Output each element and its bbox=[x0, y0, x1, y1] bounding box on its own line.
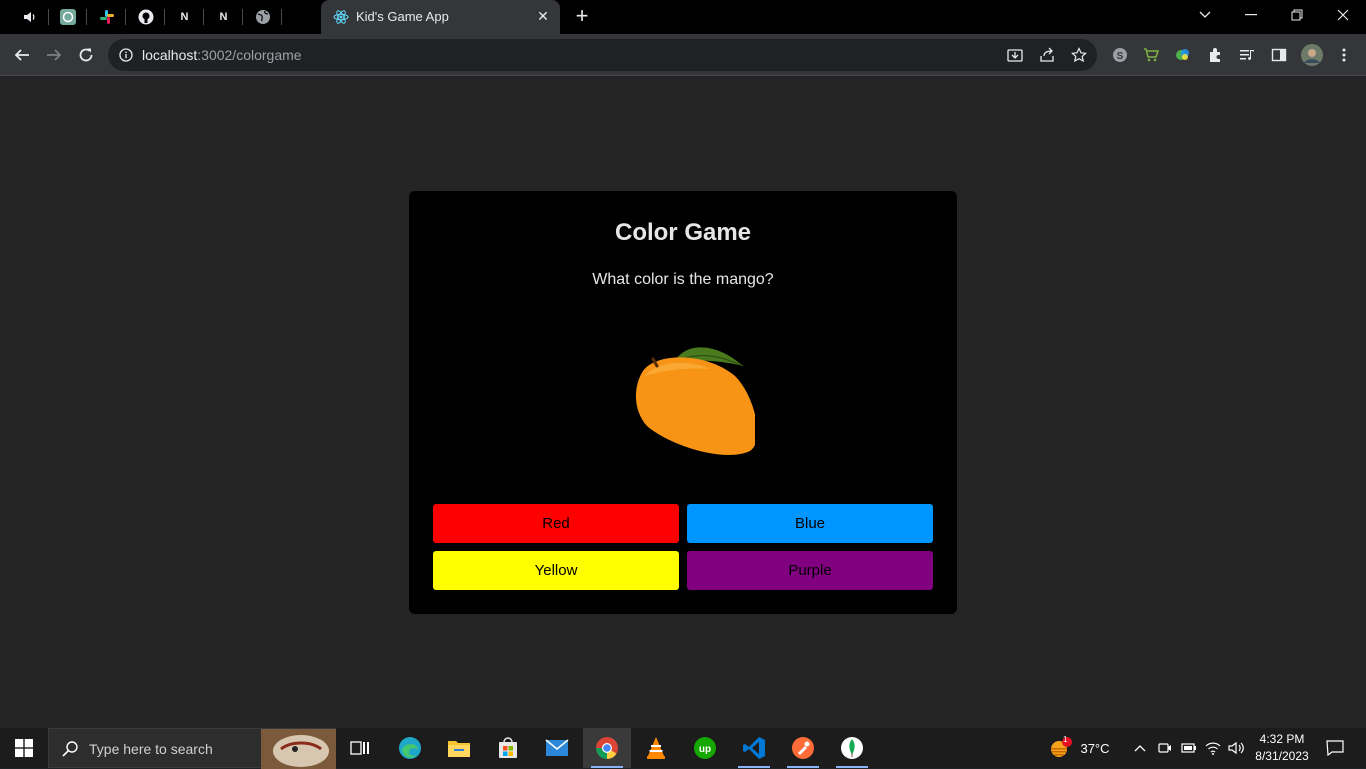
info-icon bbox=[119, 48, 133, 62]
vlc-icon bbox=[647, 737, 665, 759]
svg-text:up: up bbox=[699, 744, 711, 755]
pinned-tab-github[interactable] bbox=[126, 0, 165, 34]
taskbar-store[interactable] bbox=[484, 728, 532, 768]
weather-icon[interactable]: 1 bbox=[1046, 728, 1074, 768]
taskbar-vscode[interactable] bbox=[730, 728, 778, 768]
notion-icon: N bbox=[219, 11, 228, 23]
tab-title: Kid's Game App bbox=[356, 9, 449, 24]
minimize-button[interactable] bbox=[1228, 0, 1274, 30]
taskbar-vlc[interactable] bbox=[632, 728, 680, 768]
windows-taskbar: Type here to search up 1 37°C 4:32 PM 8/… bbox=[0, 728, 1366, 769]
share-icon[interactable] bbox=[1037, 45, 1057, 65]
taskbar-search-box[interactable]: Type here to search bbox=[48, 728, 336, 769]
postman-icon bbox=[792, 737, 814, 759]
vscode-icon bbox=[743, 737, 765, 759]
globe-icon bbox=[255, 10, 270, 24]
folder-icon bbox=[448, 741, 470, 757]
pinned-tab-notion-2[interactable]: N bbox=[204, 0, 243, 34]
chatgpt-icon bbox=[59, 9, 76, 25]
page-content: Color Game What color is the mango? Red … bbox=[0, 77, 1366, 728]
option-blue-button[interactable]: Blue bbox=[687, 504, 933, 543]
pinned-tab-slack[interactable] bbox=[87, 0, 126, 34]
cart-extension-icon[interactable] bbox=[1141, 45, 1161, 65]
game-title: Color Game bbox=[614, 219, 752, 246]
bookmark-star-icon[interactable] bbox=[1069, 45, 1089, 65]
tab-close-icon[interactable]: ✕ bbox=[534, 7, 552, 25]
upwork-icon: up bbox=[694, 737, 716, 759]
taskbar-mail[interactable] bbox=[533, 728, 581, 768]
store-icon bbox=[499, 737, 517, 758]
search-icon bbox=[62, 741, 78, 757]
restore-button[interactable] bbox=[1274, 0, 1320, 30]
task-view-button[interactable] bbox=[336, 728, 384, 768]
search-placeholder: Type here to search bbox=[89, 741, 213, 757]
url-host: localhost bbox=[142, 47, 198, 63]
slack-icon bbox=[99, 10, 114, 24]
taskbar-file-explorer[interactable] bbox=[435, 728, 483, 768]
extensions-puzzle-icon[interactable] bbox=[1206, 45, 1226, 65]
taskbar-mongodb[interactable] bbox=[828, 728, 876, 768]
address-bar[interactable]: localhost:3002/colorgame bbox=[108, 39, 1097, 71]
edge-icon bbox=[399, 737, 421, 759]
media-control-icon[interactable] bbox=[1237, 45, 1257, 65]
reload-icon bbox=[79, 48, 93, 62]
chrome-icon bbox=[596, 737, 618, 759]
weather-temperature[interactable]: 37°C bbox=[1078, 728, 1112, 768]
browser-menu-icon[interactable] bbox=[1334, 45, 1354, 65]
close-window-button[interactable] bbox=[1320, 0, 1366, 30]
tab-kids-game-app[interactable]: Kid's Game App ✕ bbox=[321, 0, 560, 34]
taskbar-postman[interactable] bbox=[779, 728, 827, 768]
clock-date: 8/31/2023 bbox=[1255, 749, 1309, 763]
battery-icon[interactable] bbox=[1180, 728, 1198, 768]
side-panel-icon[interactable] bbox=[1269, 45, 1289, 65]
volume-icon[interactable] bbox=[1227, 728, 1245, 768]
taskbar-edge[interactable] bbox=[386, 728, 434, 768]
forward-button[interactable] bbox=[41, 42, 67, 68]
pinned-tab-notion-1[interactable]: N bbox=[165, 0, 204, 34]
browser-tab-bar: N N Kid's Game App ✕ + bbox=[0, 0, 1366, 34]
pinned-tab-chatgpt[interactable] bbox=[48, 0, 87, 34]
url-path: :3002/colorgame bbox=[197, 47, 302, 63]
taskbar-upwork[interactable]: up bbox=[681, 728, 729, 768]
skype-extension-icon[interactable]: S bbox=[1110, 45, 1130, 65]
arrow-right-icon bbox=[47, 49, 62, 61]
search-highlight-image bbox=[261, 729, 336, 769]
pinned-tab-audio[interactable] bbox=[10, 0, 49, 34]
github-icon bbox=[138, 9, 153, 25]
meet-now-icon[interactable] bbox=[1156, 728, 1174, 768]
install-app-icon[interactable] bbox=[1005, 45, 1025, 65]
notion-icon: N bbox=[180, 11, 189, 23]
taskbar-chrome[interactable] bbox=[583, 728, 631, 768]
browser-toolbar: localhost:3002/colorgame S bbox=[0, 34, 1366, 76]
mango-image bbox=[636, 347, 755, 455]
color-extension-icon[interactable] bbox=[1173, 45, 1193, 65]
system-clock[interactable]: 4:32 PM 8/31/2023 bbox=[1250, 731, 1314, 765]
pinned-tab-globe[interactable] bbox=[243, 0, 282, 34]
reload-button[interactable] bbox=[73, 42, 99, 68]
new-tab-button[interactable]: + bbox=[570, 4, 594, 28]
clock-time: 4:32 PM bbox=[1259, 732, 1305, 746]
svg-text:S: S bbox=[1117, 51, 1124, 62]
game-question: What color is the mango? bbox=[592, 271, 774, 288]
option-purple-button[interactable]: Purple bbox=[687, 551, 933, 590]
windows-logo-icon bbox=[15, 739, 33, 757]
back-button[interactable] bbox=[9, 42, 35, 68]
tab-search-chevron-icon[interactable] bbox=[1182, 0, 1228, 30]
weather-badge-count: 1 bbox=[1063, 735, 1068, 744]
speaker-icon bbox=[23, 12, 34, 22]
chevron-up-icon[interactable] bbox=[1132, 728, 1148, 768]
arrow-left-icon bbox=[14, 49, 29, 61]
react-icon bbox=[333, 10, 349, 24]
option-yellow-button[interactable]: Yellow bbox=[433, 551, 679, 590]
option-red-button[interactable]: Red bbox=[433, 504, 679, 543]
task-view-icon bbox=[350, 741, 369, 755]
start-button[interactable] bbox=[0, 728, 48, 768]
profile-avatar[interactable] bbox=[1300, 43, 1324, 67]
wifi-icon[interactable] bbox=[1204, 728, 1222, 768]
address-url: localhost:3002/colorgame bbox=[142, 47, 302, 63]
color-game-card: Color Game What color is the mango? Red … bbox=[409, 191, 957, 614]
mongodb-icon bbox=[841, 737, 863, 759]
mail-icon bbox=[545, 739, 569, 756]
notification-center-icon[interactable] bbox=[1320, 728, 1350, 768]
